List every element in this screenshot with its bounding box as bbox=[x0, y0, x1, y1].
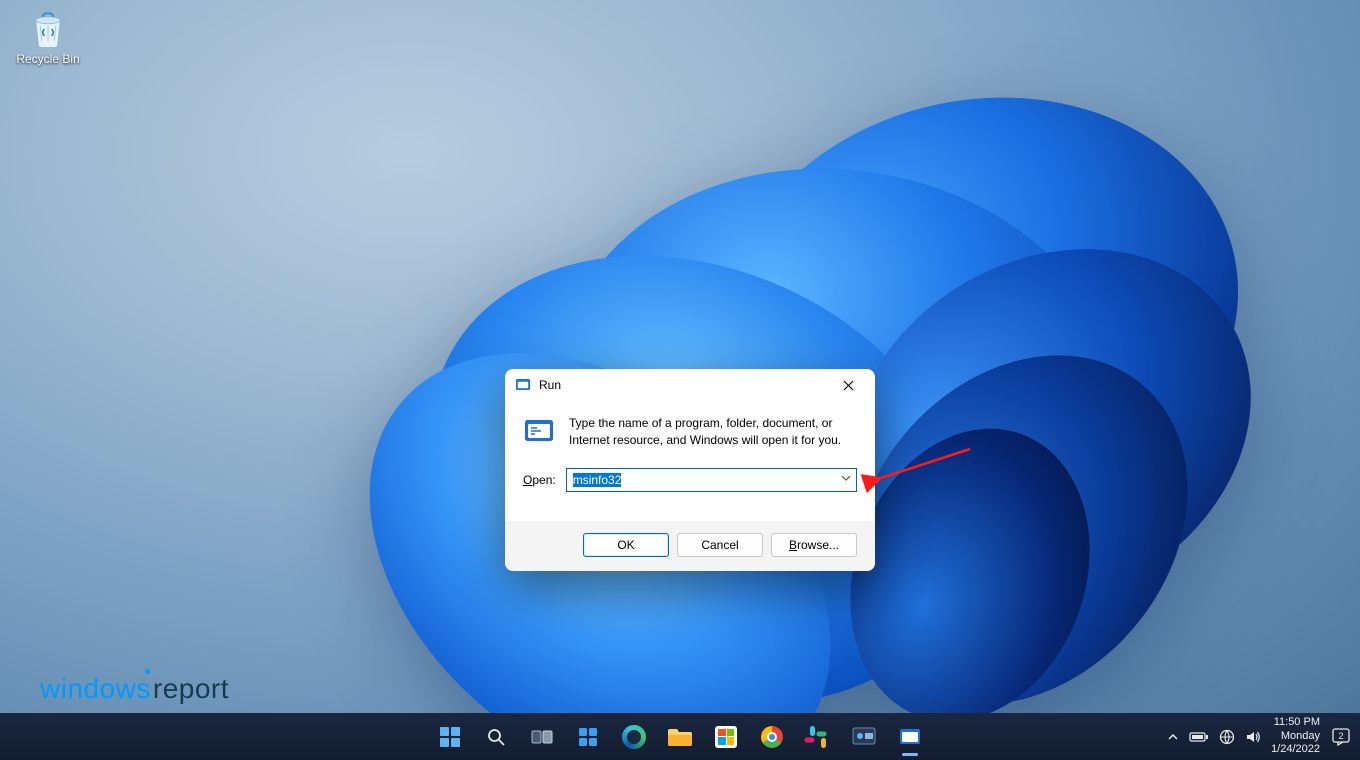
cancel-button[interactable]: Cancel bbox=[677, 533, 763, 557]
clock-date: 1/24/2022 bbox=[1271, 743, 1320, 757]
tray-chevron-up-icon[interactable] bbox=[1167, 731, 1179, 743]
open-label: Open: bbox=[523, 473, 556, 487]
system-tray bbox=[1167, 729, 1261, 745]
folder-icon bbox=[667, 727, 693, 747]
slack-icon bbox=[807, 726, 829, 748]
start-button[interactable] bbox=[429, 716, 471, 758]
network-icon[interactable] bbox=[1219, 729, 1235, 745]
chrome-button[interactable] bbox=[751, 716, 793, 758]
run-taskbar-icon bbox=[898, 727, 922, 747]
run-title: Run bbox=[539, 378, 827, 392]
run-app-icon bbox=[515, 377, 531, 393]
battery-icon[interactable] bbox=[1189, 731, 1209, 743]
windowsreport-watermark: windowsreport bbox=[40, 673, 229, 705]
run-titlebar[interactable]: Run bbox=[505, 369, 875, 401]
chrome-icon bbox=[761, 726, 783, 748]
recycle-bin-glyph-icon bbox=[27, 8, 69, 50]
recycle-bin-label: Recycle Bin bbox=[12, 52, 84, 66]
clock-day: Monday bbox=[1271, 730, 1320, 744]
widgets-icon bbox=[577, 726, 599, 748]
notifications-button[interactable]: 2 bbox=[1330, 726, 1352, 748]
edge-button[interactable] bbox=[613, 716, 655, 758]
close-icon bbox=[843, 380, 854, 391]
run-description: Type the name of a program, folder, docu… bbox=[569, 415, 857, 450]
run-dialog-icon bbox=[523, 415, 555, 447]
notification-icon: 2 bbox=[1330, 726, 1352, 748]
svg-text:2: 2 bbox=[1338, 731, 1343, 741]
taskbar-right: 11:50 PM Monday 1/24/2022 2 bbox=[1167, 713, 1352, 760]
widgets-button[interactable] bbox=[567, 716, 609, 758]
run-taskbar-button[interactable] bbox=[889, 716, 931, 758]
generic-app-icon bbox=[852, 727, 876, 747]
edge-icon bbox=[622, 725, 646, 749]
microsoft-store-button[interactable] bbox=[705, 716, 747, 758]
task-view-button[interactable] bbox=[521, 716, 563, 758]
taskbar-clock[interactable]: 11:50 PM Monday 1/24/2022 bbox=[1271, 716, 1320, 757]
taskbar-center bbox=[429, 713, 931, 760]
desktop: Recycle Bin windowsreport Run bbox=[0, 0, 1360, 760]
task-view-icon bbox=[531, 728, 553, 746]
recycle-bin-icon[interactable]: Recycle Bin bbox=[12, 8, 84, 66]
run-dialog: Run Type the name of a program, folder, … bbox=[505, 369, 875, 571]
file-explorer-button[interactable] bbox=[659, 716, 701, 758]
clock-time: 11:50 PM bbox=[1271, 716, 1320, 730]
ok-button[interactable]: OK bbox=[583, 533, 669, 557]
close-button[interactable] bbox=[827, 370, 869, 400]
search-icon bbox=[486, 727, 506, 747]
app-button-1[interactable] bbox=[843, 716, 885, 758]
slack-button[interactable] bbox=[797, 716, 839, 758]
store-icon bbox=[715, 726, 737, 748]
volume-icon[interactable] bbox=[1245, 729, 1261, 745]
windows-start-icon bbox=[440, 727, 460, 747]
search-button[interactable] bbox=[475, 716, 517, 758]
taskbar: 11:50 PM Monday 1/24/2022 2 bbox=[0, 713, 1360, 760]
browse-button[interactable]: Browse... bbox=[771, 533, 857, 557]
open-input[interactable] bbox=[566, 468, 857, 492]
open-combobox[interactable] bbox=[566, 468, 857, 492]
